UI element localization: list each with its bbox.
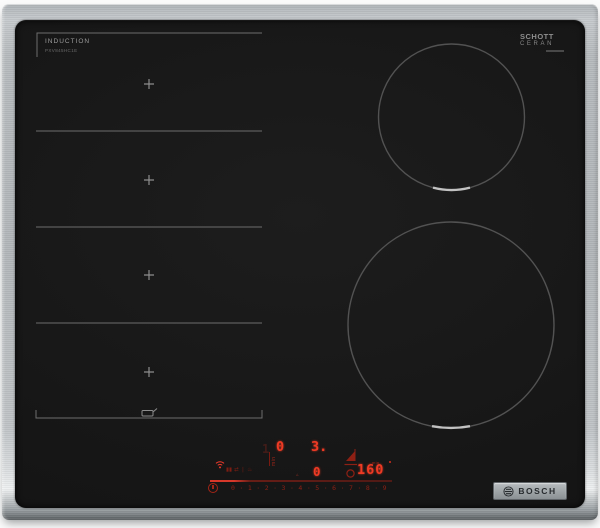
flex-zone-cross-markers: [144, 79, 154, 377]
bosch-armature-icon: [503, 485, 514, 497]
wifi-icon: [215, 461, 225, 469]
bosch-wordmark: BOSCH: [518, 486, 557, 496]
glass-brand-fineprint: [546, 50, 564, 52]
cooking-zone-large-notch: [431, 425, 471, 430]
sensor-indicator-dot: [389, 461, 391, 463]
cooktop-frame: INDUCTION PXV845HC1E SCHOTT CERAN ▮▮ ⇄ ❘…: [2, 4, 598, 520]
panel-divider-line: [210, 480, 392, 482]
function-key-row[interactable]: ▮▮ ⇄ ❘ ♨: [226, 467, 252, 474]
pause-key-icon[interactable]: ▮▮: [226, 467, 232, 474]
model-number-label: PXV845HC1E: [45, 48, 78, 53]
power-icon[interactable]: [208, 483, 218, 493]
product-photo: INDUCTION PXV845HC1E SCHOTT CERAN ▮▮ ⇄ ❘…: [0, 0, 600, 528]
flex-pan-icon: [141, 408, 158, 417]
glass-markings: [35, 32, 555, 430]
left-zone-timer-unit: min: [269, 452, 285, 481]
glass-brand-logo: SCHOTT CERAN: [520, 32, 572, 52]
power-level-scale[interactable]: 0 · 1 · 2 · 3 · 4 · 5 · 6 · 7 · 8 · 9: [231, 484, 387, 492]
right-zone-timer-display: 0: [313, 464, 321, 479]
cooking-zone-small: [377, 43, 526, 191]
cooking-zone-large: [347, 221, 555, 429]
glass-brand-line2: CERAN: [520, 41, 555, 48]
glass-brand-line1: SCHOTT: [520, 32, 554, 41]
ceramic-glass-surface: INDUCTION PXV845HC1E SCHOTT CERAN ▮▮ ⇄ ❘…: [15, 20, 585, 508]
warning-indicator: ▵: [296, 472, 299, 478]
bosch-badge: BOSCH: [493, 482, 567, 500]
zone-select-ring-icon[interactable]: [346, 469, 355, 478]
right-zone-level-display: 3.: [311, 439, 328, 455]
left-zone-level-display: 0: [276, 439, 285, 455]
induction-type-label: INDUCTION: [45, 38, 91, 45]
key-divider-icon: ❘: [240, 467, 246, 473]
keep-warm-key-icon[interactable]: ♨: [247, 467, 252, 474]
cooking-zone-small-notch: [432, 186, 471, 192]
flex-zone-top-bracket: [36, 32, 262, 57]
sensor-temperature-display: 160: [357, 462, 385, 478]
move-key-icon[interactable]: ⇄: [234, 467, 239, 474]
